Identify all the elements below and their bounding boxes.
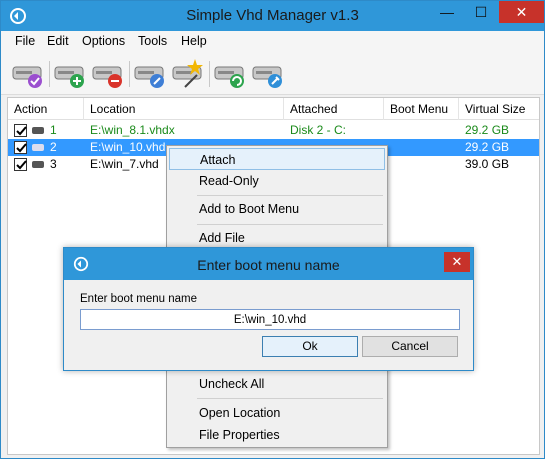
row-attached: Disk 2 - C: bbox=[290, 123, 347, 137]
menu-item-file-properties[interactable]: File Properties bbox=[169, 424, 385, 446]
toolbar bbox=[1, 53, 544, 95]
row-checkbox[interactable] bbox=[14, 158, 27, 171]
toolbar-separator bbox=[209, 61, 210, 87]
menu-item-add-file[interactable]: Add File bbox=[169, 227, 385, 249]
menu-options[interactable]: Options bbox=[82, 34, 125, 48]
check-icon bbox=[16, 126, 27, 136]
dialog-title: Enter boot menu name bbox=[197, 257, 340, 273]
menu-item-attach[interactable]: Attach bbox=[169, 148, 385, 170]
menu-help[interactable]: Help bbox=[181, 34, 207, 48]
check-icon bbox=[16, 160, 27, 170]
title-bar[interactable]: Simple Vhd Manager v1.3 — ☐ ✕ bbox=[1, 1, 544, 31]
add-disk-icon[interactable] bbox=[53, 57, 87, 91]
row-location: E:\win_10.vhd bbox=[90, 140, 166, 154]
boot-menu-label: Enter boot menu name bbox=[80, 293, 197, 305]
menu-item-uncheck-all[interactable]: Uncheck All bbox=[169, 373, 385, 395]
row-size: 39.0 GB bbox=[465, 157, 510, 171]
row-checkbox[interactable] bbox=[14, 141, 27, 154]
boot-menu-name-dialog: Enter boot menu name ✕ Enter boot menu n… bbox=[63, 247, 474, 371]
row-location: E:\win_8.1.vhdx bbox=[90, 123, 175, 137]
column-virtual-size[interactable]: Virtual Size bbox=[459, 98, 539, 120]
menu-item-read-only[interactable]: Read-Only bbox=[169, 170, 385, 192]
column-boot-menu[interactable]: Boot Menu bbox=[384, 98, 459, 120]
check-disk-icon[interactable] bbox=[11, 57, 45, 91]
row-size: 29.2 GB bbox=[465, 140, 510, 154]
boot-menu-name-input[interactable] bbox=[80, 309, 460, 330]
row-number: 1 bbox=[50, 123, 57, 137]
menu-item-add-to-boot-menu[interactable]: Add to Boot Menu bbox=[169, 198, 385, 220]
close-button[interactable]: ✕ bbox=[499, 1, 544, 23]
maximize-button[interactable]: ☐ bbox=[467, 1, 495, 23]
window-title: Simple Vhd Manager v1.3 bbox=[186, 7, 359, 24]
table-row[interactable]: 1 E:\win_8.1.vhdx Disk 2 - C: 29.2 GB bbox=[8, 122, 539, 139]
dialog-title-bar[interactable]: Enter boot menu name ✕ bbox=[64, 248, 473, 280]
row-checkbox[interactable] bbox=[14, 124, 27, 137]
column-location[interactable]: Location bbox=[84, 98, 284, 120]
toolbar-separator bbox=[129, 61, 130, 87]
remove-disk-icon[interactable] bbox=[91, 57, 125, 91]
minimize-button[interactable]: — bbox=[433, 1, 461, 23]
menu-separator bbox=[197, 398, 383, 399]
row-location: E:\win_7.vhd bbox=[90, 157, 159, 171]
check-icon bbox=[16, 143, 27, 153]
column-action[interactable]: Action bbox=[8, 98, 84, 120]
menu-tools[interactable]: Tools bbox=[138, 34, 167, 48]
menu-bar: File Edit Options Tools Help bbox=[1, 31, 544, 53]
attach-disk-icon[interactable] bbox=[133, 57, 167, 91]
column-attached[interactable]: Attached bbox=[284, 98, 384, 120]
row-number: 3 bbox=[50, 157, 57, 171]
row-size: 29.2 GB bbox=[465, 123, 510, 137]
edit-disk-icon[interactable] bbox=[171, 57, 205, 91]
refresh-disk-icon[interactable] bbox=[213, 57, 247, 91]
list-header: Action Location Attached Boot Menu Virtu… bbox=[8, 98, 539, 120]
cancel-button[interactable]: Cancel bbox=[362, 336, 458, 357]
menu-item-open-location[interactable]: Open Location bbox=[169, 402, 385, 424]
menu-edit[interactable]: Edit bbox=[47, 34, 69, 48]
drive-icon bbox=[32, 161, 44, 168]
menu-separator bbox=[197, 224, 383, 225]
drive-icon bbox=[32, 127, 44, 134]
menu-separator bbox=[197, 195, 383, 196]
drive-icon bbox=[32, 144, 44, 151]
menu-file[interactable]: File bbox=[15, 34, 35, 48]
row-number: 2 bbox=[50, 140, 57, 154]
settings-disk-icon[interactable] bbox=[251, 57, 285, 91]
ok-button[interactable]: Ok bbox=[262, 336, 358, 357]
dialog-close-button[interactable]: ✕ bbox=[444, 252, 470, 272]
toolbar-separator bbox=[49, 61, 50, 87]
